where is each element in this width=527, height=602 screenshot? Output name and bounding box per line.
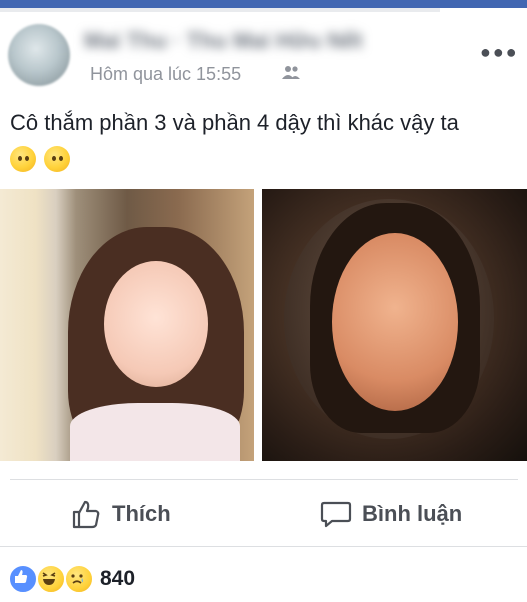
like-reaction-icon	[8, 564, 38, 594]
comment-button-label: Bình luận	[362, 501, 463, 526]
post-photo-left[interactable]	[0, 189, 254, 461]
sad-reaction-icon	[64, 564, 94, 594]
actions-divider-top	[10, 479, 518, 480]
post-photo-right[interactable]	[262, 189, 527, 461]
comment-button[interactable]: Bình luận	[320, 496, 462, 532]
haha-reaction-icon	[36, 564, 66, 594]
post-timestamp[interactable]: Hôm qua lúc 15:55	[90, 64, 241, 85]
photo-left-face	[104, 261, 208, 387]
neutral-face-emoji-icon	[10, 146, 36, 172]
neutral-face-emoji-icon	[44, 146, 71, 172]
more-options-icon[interactable]: ●●●	[480, 42, 519, 63]
thumbs-up-icon	[72, 500, 100, 529]
friends-privacy-icon[interactable]	[281, 64, 301, 80]
reaction-count: 840	[100, 567, 136, 590]
photo-left-clothing	[70, 403, 240, 461]
like-button-label: Thích	[112, 501, 171, 526]
top-nav-divider	[0, 8, 440, 12]
post-emoji-row	[10, 146, 74, 172]
author-name[interactable]: Mai Thu · Thu Mai Hữu Nết	[84, 28, 434, 54]
author-avatar[interactable]	[8, 24, 70, 86]
post-text: Cô thắm phần 3 và phần 4 dậy thì khác vậ…	[10, 110, 459, 135]
reactions-summary[interactable]: 840	[8, 564, 135, 594]
top-nav-bar	[0, 0, 527, 8]
like-button[interactable]: Thích	[70, 496, 171, 532]
actions-divider-bottom	[0, 546, 527, 547]
photo-right-face	[332, 233, 458, 411]
comment-bubble-icon	[320, 501, 352, 528]
